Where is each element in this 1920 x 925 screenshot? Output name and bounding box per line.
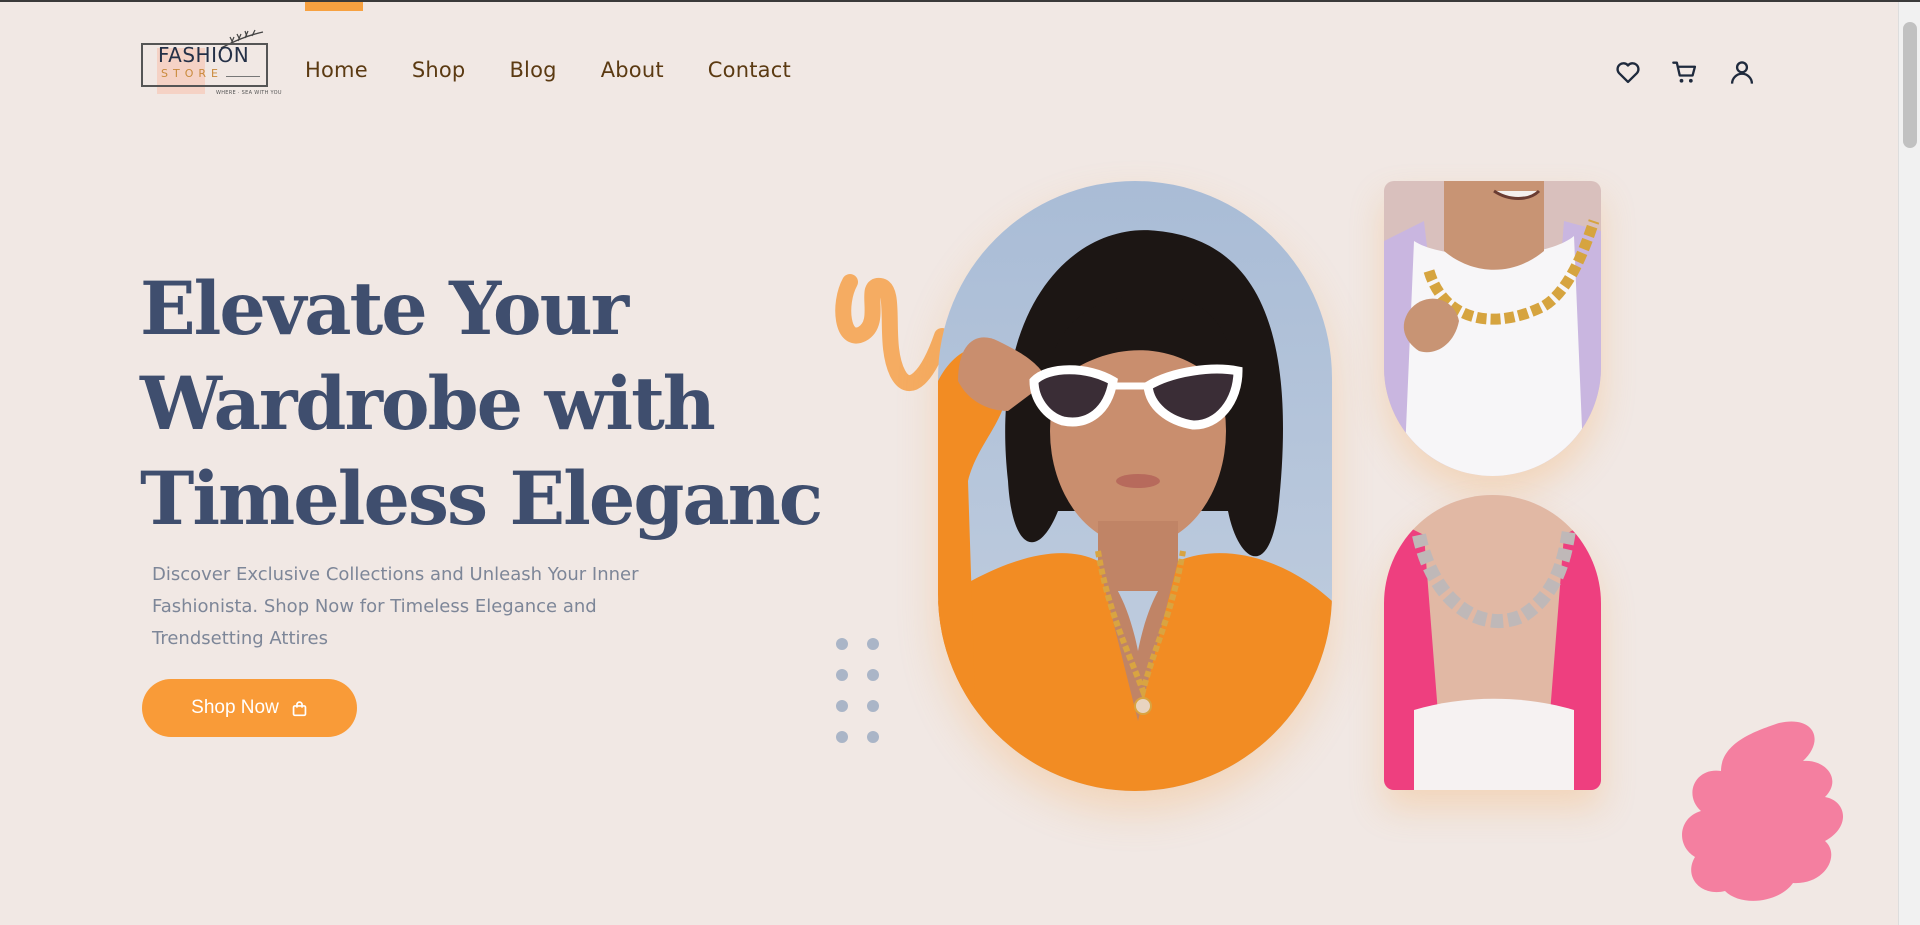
nav-blog[interactable]: Blog — [509, 58, 556, 82]
headline-line-3: Timeless Eleganc — [140, 456, 823, 542]
cart-icon[interactable] — [1671, 58, 1699, 86]
silver-chain-necklace-image — [1384, 495, 1601, 790]
nav-about[interactable]: About — [601, 58, 664, 82]
hero-headline: Elevate Your Wardrobe with Timeless Eleg… — [140, 262, 823, 547]
shop-now-button[interactable]: Shop Now — [142, 679, 357, 737]
logo-title: FASHION — [158, 43, 250, 67]
orange-squiggle-decoration — [835, 274, 950, 391]
gold-chain-necklace-image — [1384, 181, 1601, 476]
heart-icon[interactable] — [1614, 58, 1642, 86]
logo-tagline: WHERE · SEA WITH YOU — [216, 90, 282, 96]
user-icon[interactable] — [1728, 58, 1756, 86]
dots-decoration — [836, 638, 879, 743]
logo-subtitle: STORE — [161, 67, 223, 80]
fashion-store-logo[interactable]: FASHION STORE WHERE · SEA WITH YOU — [141, 28, 282, 100]
hero-description: Discover Exclusive Collections and Unlea… — [152, 564, 639, 649]
headline-line-1: Elevate Your — [140, 266, 629, 352]
shop-now-label: Shop Now — [191, 697, 279, 718]
active-nav-indicator — [305, 2, 363, 11]
logo-divider — [226, 76, 260, 77]
main-nav: Home Shop Blog About Contact — [305, 58, 791, 82]
pink-blob-decoration — [1682, 721, 1844, 901]
nav-home[interactable]: Home — [305, 58, 368, 82]
nav-shop[interactable]: Shop — [412, 58, 466, 82]
scrollbar-thumb[interactable] — [1903, 22, 1917, 148]
headline-line-2: Wardrobe with — [140, 361, 716, 447]
header-icons — [1614, 58, 1756, 86]
hero-model-image — [938, 181, 1332, 791]
page-scrollbar[interactable] — [1898, 2, 1920, 925]
nav-contact[interactable]: Contact — [708, 58, 791, 82]
shopping-bag-icon — [292, 700, 307, 716]
site-header: FASHION STORE WHERE · SEA WITH YOU Home … — [0, 2, 1898, 142]
